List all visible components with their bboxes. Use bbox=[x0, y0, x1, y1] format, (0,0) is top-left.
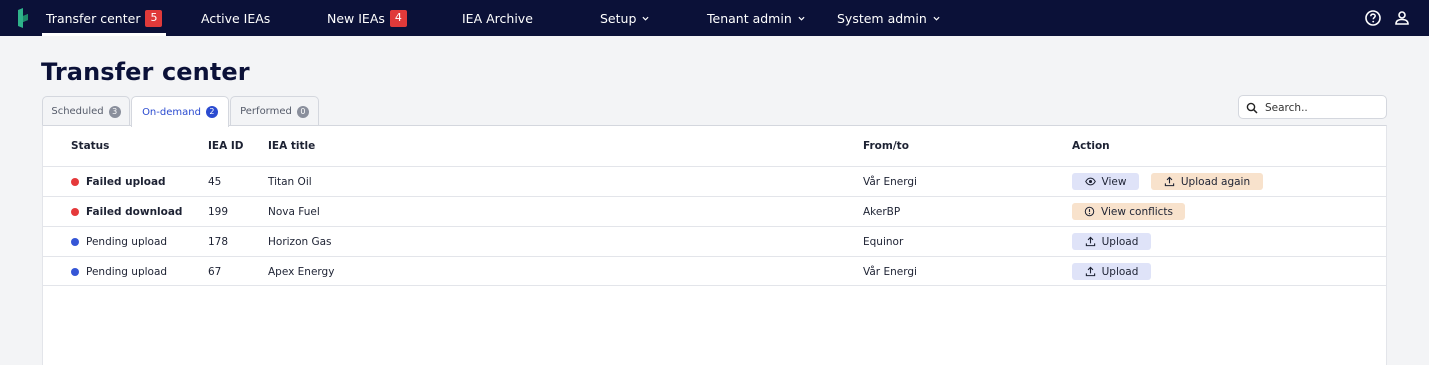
column-header-iea-id[interactable]: IEA ID bbox=[208, 140, 243, 152]
column-header-status[interactable]: Status bbox=[71, 140, 109, 152]
nav-label: Tenant admin bbox=[707, 10, 792, 26]
chevron-down-icon bbox=[933, 16, 940, 21]
status-text: Pending upload bbox=[86, 235, 168, 248]
nav-label: Active IEAs bbox=[201, 10, 271, 26]
search-box[interactable] bbox=[1238, 95, 1387, 119]
tab-label: On-demand bbox=[142, 106, 201, 118]
status-cell: Failed download bbox=[71, 197, 182, 226]
button-label: Upload bbox=[1101, 235, 1139, 248]
column-header-iea-title[interactable]: IEA title bbox=[268, 140, 315, 152]
nav-label: Setup bbox=[600, 10, 637, 26]
iea-id-cell: 67 bbox=[208, 265, 222, 278]
chevron-down-icon bbox=[642, 16, 649, 21]
status-text: Pending upload bbox=[86, 265, 168, 278]
tab-on-demand[interactable]: On-demand 2 bbox=[131, 96, 229, 127]
from-to-cell: Equinor bbox=[863, 235, 904, 248]
button-label: View conflicts bbox=[1101, 205, 1173, 218]
eye-icon bbox=[1084, 177, 1096, 186]
nav-transfer-center[interactable]: Transfer center 5 bbox=[41, 0, 167, 36]
button-label: View bbox=[1101, 175, 1127, 188]
view-button[interactable]: View bbox=[1072, 173, 1139, 190]
nav-tenant-admin[interactable]: Tenant admin bbox=[707, 0, 805, 36]
upload-button[interactable]: Upload bbox=[1072, 233, 1151, 250]
nav-system-admin[interactable]: System admin bbox=[837, 0, 940, 36]
page-title: Transfer center bbox=[41, 58, 250, 86]
status-text: Failed download bbox=[86, 205, 183, 218]
search-icon bbox=[1246, 102, 1258, 114]
table-row: Pending upload 67 Apex Energy Vår Energi… bbox=[43, 256, 1386, 286]
top-navigation-bar: Transfer center 5 Active IEAs New IEAs 4… bbox=[0, 0, 1429, 36]
view-conflicts-button[interactable]: View conflicts bbox=[1072, 203, 1185, 220]
tab-count-badge: 3 bbox=[108, 105, 121, 118]
nav-label: IEA Archive bbox=[462, 10, 533, 26]
nav-label: New IEAs bbox=[327, 10, 385, 26]
tab-scheduled[interactable]: Scheduled 3 bbox=[42, 96, 130, 126]
nav-label: Transfer center bbox=[46, 10, 141, 26]
iea-title-cell: Nova Fuel bbox=[268, 205, 320, 218]
upload-icon bbox=[1085, 236, 1095, 247]
button-label: Upload bbox=[1101, 265, 1139, 278]
upload-icon bbox=[1085, 266, 1095, 277]
table-row: Failed download 199 Nova Fuel AkerBP Vie… bbox=[43, 196, 1386, 226]
tab-performed[interactable]: Performed 0 bbox=[230, 96, 319, 126]
nav-iea-archive[interactable]: IEA Archive bbox=[462, 0, 533, 36]
table-row: Pending upload 178 Horizon Gas Equinor U… bbox=[43, 226, 1386, 256]
iea-title-cell: Titan Oil bbox=[268, 175, 312, 188]
status-cell: Failed upload bbox=[71, 167, 166, 196]
table-row: Failed upload 45 Titan Oil Vår Energi Vi… bbox=[43, 166, 1386, 196]
info-circle-icon bbox=[1084, 206, 1095, 217]
app-logo-icon[interactable] bbox=[16, 7, 30, 29]
status-dot-icon bbox=[71, 267, 79, 276]
status-text: Failed upload bbox=[86, 175, 166, 188]
status-dot-icon bbox=[71, 177, 79, 186]
from-to-cell: Vår Energi bbox=[863, 175, 917, 188]
status-cell: Pending upload bbox=[71, 227, 167, 256]
tab-count-badge: 0 bbox=[296, 105, 309, 118]
help-icon[interactable] bbox=[1364, 9, 1382, 27]
nav-badge: 5 bbox=[145, 9, 163, 27]
status-dot-icon bbox=[71, 237, 79, 246]
iea-id-cell: 199 bbox=[208, 205, 229, 218]
from-to-cell: AkerBP bbox=[863, 205, 901, 218]
upload-again-button[interactable]: Upload again bbox=[1151, 173, 1263, 190]
user-icon[interactable] bbox=[1393, 9, 1411, 27]
iea-id-cell: 178 bbox=[208, 235, 229, 248]
iea-id-cell: 45 bbox=[208, 175, 222, 188]
nav-setup[interactable]: Setup bbox=[600, 0, 649, 36]
from-to-cell: Vår Energi bbox=[863, 265, 917, 278]
tab-label: Scheduled bbox=[51, 106, 104, 117]
iea-title-cell: Horizon Gas bbox=[268, 235, 332, 248]
column-header-action: Action bbox=[1072, 140, 1110, 152]
upload-icon bbox=[1164, 176, 1175, 187]
tab-count-badge: 2 bbox=[205, 106, 218, 118]
nav-label: System admin bbox=[837, 10, 927, 26]
nav-new-ieas[interactable]: New IEAs 4 bbox=[327, 0, 407, 36]
search-input[interactable] bbox=[1265, 99, 1383, 116]
chevron-down-icon bbox=[798, 16, 805, 21]
upload-button[interactable]: Upload bbox=[1072, 263, 1151, 280]
nav-active-ieas[interactable]: Active IEAs bbox=[201, 0, 270, 36]
transfer-table: Status IEA ID IEA title From/to Action F… bbox=[42, 125, 1387, 365]
button-label: Upload again bbox=[1180, 175, 1251, 188]
tab-label: Performed bbox=[240, 106, 292, 117]
nav-badge: 4 bbox=[389, 9, 407, 27]
status-cell: Pending upload bbox=[71, 257, 167, 286]
iea-title-cell: Apex Energy bbox=[268, 265, 335, 278]
status-dot-icon bbox=[71, 207, 79, 216]
column-header-from-to[interactable]: From/to bbox=[863, 140, 909, 152]
